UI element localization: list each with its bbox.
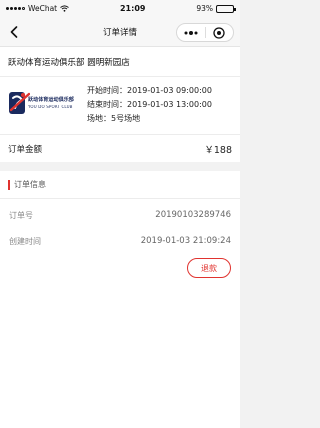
order-number-value: 20190103289746 bbox=[155, 210, 231, 220]
amount-label: 订单金额 bbox=[8, 144, 43, 155]
logo-brand-en: YOU DO SPORT CLUB bbox=[28, 105, 73, 110]
page-title: 订单详情 bbox=[102, 27, 137, 38]
court-name: 场地：5号场地 bbox=[87, 114, 141, 123]
order-info-section: 订单信息 订单号 20190103289746 创建时间 2019-01-03 … bbox=[0, 171, 240, 428]
end-time: 结束时间：2019-01-03 13:00:00 bbox=[87, 100, 212, 109]
nav-bar: 订单详情 bbox=[0, 17, 240, 47]
mini-program-capsule bbox=[176, 23, 234, 42]
logo-brand-cn: 跃动体育运动俱乐部 bbox=[28, 96, 74, 103]
status-time: 21:09 bbox=[119, 4, 146, 13]
venue-logo: 跃动体育运动俱乐部 YOU DO SPORT CLUB bbox=[8, 85, 76, 125]
order-card: 跃动体育运动俱乐部 圆明新园店 跃动体育运动俱乐部 YOU DO SPORT C… bbox=[0, 47, 240, 162]
close-button[interactable] bbox=[206, 24, 234, 41]
amount-value: ￥188 bbox=[204, 144, 232, 156]
venue-name: 跃动体育运动俱乐部 圆明新园店 bbox=[0, 47, 240, 77]
wifi-icon bbox=[60, 5, 69, 12]
back-button[interactable] bbox=[7, 25, 21, 39]
battery-percent: 93% bbox=[196, 4, 213, 13]
created-time-row: 创建时间 2019-01-03 21:09:24 bbox=[0, 228, 240, 254]
refund-button[interactable]: 退款 bbox=[187, 258, 231, 278]
status-right: 93% bbox=[196, 4, 236, 13]
booking-times: 开始时间：2019-01-03 09:00:00 结束时间：2019-01-03… bbox=[87, 84, 212, 126]
status-bar: WeChat 21:09 93% bbox=[0, 0, 240, 17]
signal-icon bbox=[6, 7, 25, 10]
target-circle-icon bbox=[213, 26, 225, 39]
venue-body: 跃动体育运动俱乐部 YOU DO SPORT CLUB 开始时间：2019-01… bbox=[0, 77, 240, 135]
status-left: WeChat bbox=[6, 4, 69, 13]
created-time-value: 2019-01-03 21:09:24 bbox=[140, 236, 231, 246]
more-button[interactable] bbox=[177, 24, 205, 41]
more-dots-icon bbox=[184, 30, 198, 35]
chevron-left-icon bbox=[10, 26, 18, 38]
order-amount-row: 订单金额 ￥188 bbox=[0, 135, 240, 162]
order-number-row: 订单号 20190103289746 bbox=[0, 202, 240, 228]
order-info-header: 订单信息 bbox=[0, 171, 240, 199]
created-time-label: 创建时间 bbox=[9, 236, 41, 246]
carrier-name: WeChat bbox=[28, 4, 58, 13]
runner-logo-icon bbox=[9, 92, 30, 114]
section-accent-bar bbox=[8, 179, 10, 190]
order-number-label: 订单号 bbox=[9, 210, 33, 220]
order-info-title: 订单信息 bbox=[14, 180, 46, 189]
start-time: 开始时间：2019-01-03 09:00:00 bbox=[87, 86, 212, 95]
battery-icon bbox=[215, 4, 236, 13]
